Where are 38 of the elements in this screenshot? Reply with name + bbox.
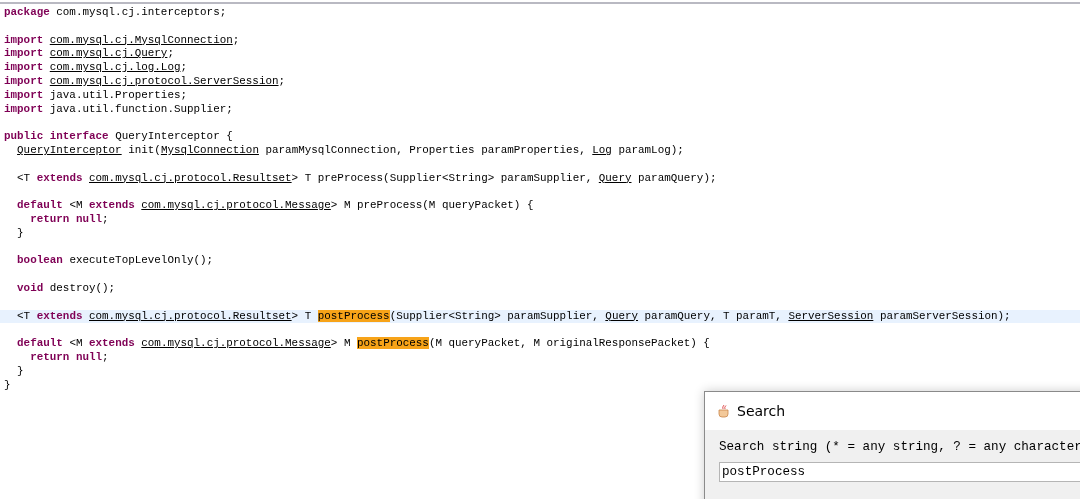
- code-line: return null;: [29, 350, 109, 363]
- code-line: boolean executeTopLevelOnly();: [16, 254, 214, 267]
- type-link[interactable]: com.mysql.cj.protocol.Resultset: [89, 309, 292, 322]
- code-line: public interface QueryInterceptor {: [4, 130, 233, 143]
- code-line: }: [4, 378, 11, 391]
- code-line: <T extends com.mysql.cj.protocol.Resultset> T preProcess(Supplier<String> paramSupplier, Query paramQuery);: [16, 171, 717, 184]
- code-line: import com.mysql.cj.MysqlConnection;: [4, 33, 240, 46]
- cup-icon: [717, 404, 731, 418]
- type-link[interactable]: com.mysql.cj.protocol.Message: [141, 337, 331, 350]
- dialog-title: Search: [737, 403, 786, 419]
- type-link[interactable]: Query: [598, 171, 632, 184]
- type-link[interactable]: Log: [592, 143, 612, 156]
- type-link[interactable]: ServerSession: [788, 309, 874, 322]
- type-link[interactable]: com.mysql.cj.Query: [49, 47, 168, 60]
- code-line: return null;: [29, 212, 109, 225]
- code-line: package com.mysql.cj.interceptors;: [4, 6, 227, 18]
- search-string-label: Search string (* = any string, ? = any character: [719, 440, 1080, 454]
- code-line: QueryInterceptor init(MysqlConnection paramMysqlConnection, Properties paramProperties, Log paramLog);: [16, 143, 684, 156]
- code-line: import com.mysql.cj.Query;: [4, 47, 174, 60]
- type-link[interactable]: Query: [605, 309, 639, 322]
- code-line: import com.mysql.cj.protocol.ServerSession;: [4, 75, 286, 87]
- code-line: default <M extends com.mysql.cj.protocol.Message> M preProcess(M queryPacket) {: [16, 199, 534, 212]
- code-line: <T extends com.mysql.cj.protocol.Resultset> T postProcess(Supplier<String> paramSupplier, Query paramQuery, T paramT, ServerSession paramServerSession);: [16, 309, 1011, 322]
- code-line: }: [16, 364, 24, 377]
- code-line: import com.mysql.cj.log.Log;: [4, 61, 188, 74]
- code-line: import java.util.function.Supplier;: [4, 102, 233, 115]
- type-link[interactable]: com.mysql.cj.log.Log: [49, 61, 181, 74]
- type-link[interactable]: com.mysql.cj.protocol.ServerSession: [49, 75, 279, 87]
- code-line: default <M extends com.mysql.cj.protocol.Message> M postProcess(M queryPacket, M originalResponsePacket) {: [16, 337, 710, 350]
- code-line: }: [16, 226, 24, 239]
- type-link[interactable]: MysqlConnection: [160, 143, 259, 156]
- search-field[interactable]: postProcess: [719, 462, 1080, 482]
- code-line: import java.util.Properties;: [4, 88, 187, 101]
- type-link[interactable]: com.mysql.cj.protocol.Message: [141, 199, 331, 212]
- type-link[interactable]: com.mysql.cj.protocol.Resultset: [89, 171, 292, 184]
- type-link[interactable]: com.mysql.cj.MysqlConnection: [49, 33, 233, 46]
- type-link[interactable]: QueryInterceptor: [17, 143, 122, 156]
- code-line: void destroy();: [16, 281, 116, 294]
